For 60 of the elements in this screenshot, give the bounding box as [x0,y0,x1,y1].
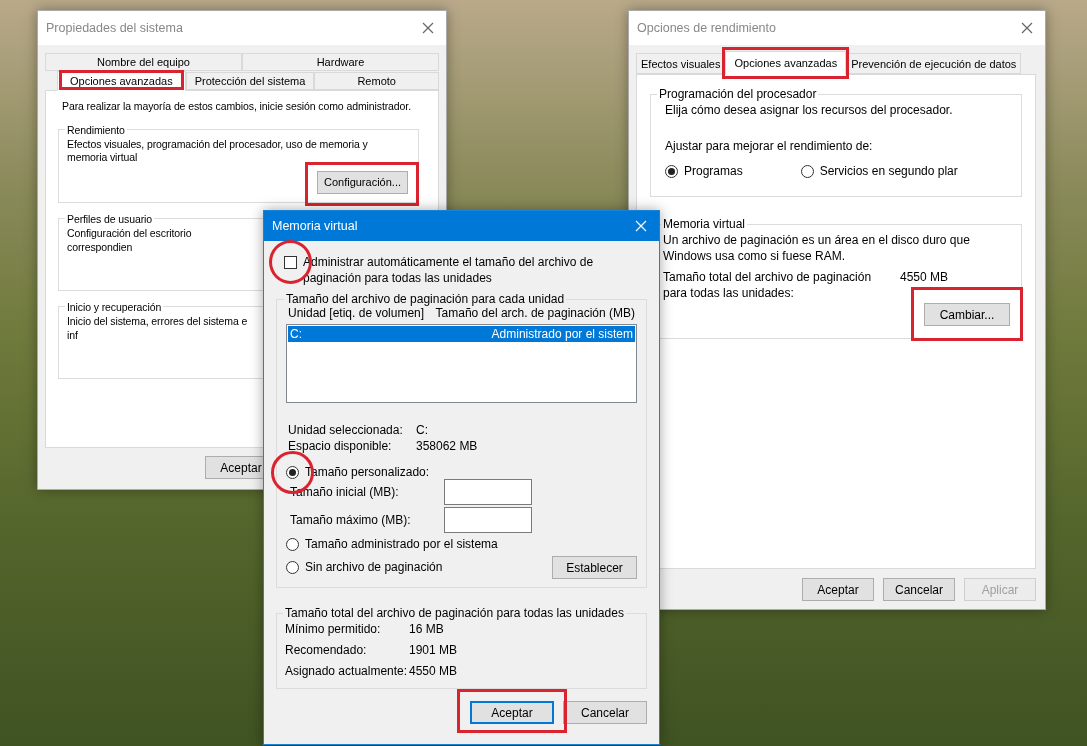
radio-label: Servicios en segundo plar [819,164,958,180]
total-value: 4550 MB [409,664,459,679]
radio-button[interactable] [286,466,299,480]
input-field[interactable] [444,478,532,505]
window-title: Propiedades del sistema [46,21,183,35]
dialog-button[interactable]: Aceptar [470,701,554,725]
total-label: Asignado actualmente: [285,664,409,679]
info-value: C: [416,423,429,438]
group-title: Memoria virtual [662,217,747,231]
info-label: Unidad seleccionada: [288,423,404,438]
total-label: Recomendado: [285,643,368,658]
group-description: Inicio del sistema, errores del sistema e inf [67,314,249,343]
close-icon[interactable] [422,22,434,34]
info-label: Espacio disponible: [288,439,393,454]
radio-label: Tamaño administrado por el sistema [305,536,498,553]
group-title: Programación del procesador [658,87,818,101]
group-title: Tamaño del archivo de paginación para cada unidad [285,292,566,307]
group-description: Elija cómo desea asignar los recursos del procesador. [664,103,954,119]
tab[interactable]: Remoto [314,72,439,90]
tab[interactable]: Opciones avanzadas [57,71,186,91]
checkbox[interactable] [284,256,297,269]
drive-row[interactable]: C: Administrado por el sistem [288,326,635,343]
dialog-button[interactable]: Aceptar [802,578,874,601]
total-value: 4550 MB [900,270,949,286]
tab[interactable]: Nombre del equipo [45,53,242,71]
radio-button[interactable] [800,165,814,179]
radio-button[interactable] [286,561,299,575]
tab[interactable]: Protección del sistema [185,72,315,90]
group-title: Rendimiento [66,123,126,136]
total-value: 1901 MB [409,643,459,658]
radio-label: Programas [684,164,743,180]
column-header: Tamaño del arch. de paginación (MB) [435,306,635,321]
group-description: Efectos visuales, programación del procesador, uso de memoria y memoria virtual [67,137,369,165]
window-title: Opciones de rendimiento [637,21,776,35]
total-value: 16 MB [409,622,445,637]
group-title: Tamaño total del archivo de paginación para todas las unidades [284,606,625,621]
group-title: Inicio y recuperación [66,300,163,313]
adjust-label: Ajustar para mejorar el rendimiento de: [664,138,874,155]
set-button[interactable]: Establecer [552,556,637,580]
close-icon[interactable] [1021,22,1033,34]
tab[interactable]: Hardware [242,53,439,71]
radio-label: Sin archivo de paginación [305,560,443,576]
change-button[interactable]: Cambiar... [924,303,1010,327]
notice-text: Para realizar la mayoría de estos cambios, inicie sesión como administrador. [61,100,412,114]
input-field[interactable] [444,506,532,533]
radio-button[interactable] [665,165,678,179]
settings-button[interactable]: Configuración... [316,170,408,194]
window-title: Memoria virtual [272,219,358,233]
tab[interactable]: Prevención de ejecución de datos [846,53,1022,74]
radio-button[interactable] [286,538,299,552]
info-value: 358062 MB [416,439,479,454]
total-label: Mínimo permitido: [285,622,382,637]
field-label: Tamaño máximo (MB): [290,512,412,527]
group-description: Un archivo de paginación es un área en el disco duro que Windows usa como si fuese RAM. [663,233,971,265]
dialog-button[interactable]: Cancelar [563,701,647,725]
group-title: Perfiles de usuario [66,212,154,225]
total-label: Tamaño total del archivo de paginación para todas las unidades: [663,270,873,302]
column-header: Unidad [etiq. de volumen] [288,306,425,321]
dialog-button[interactable]: Cancelar [883,578,955,601]
group-description: Configuración del escritorio correspondien [67,226,193,255]
